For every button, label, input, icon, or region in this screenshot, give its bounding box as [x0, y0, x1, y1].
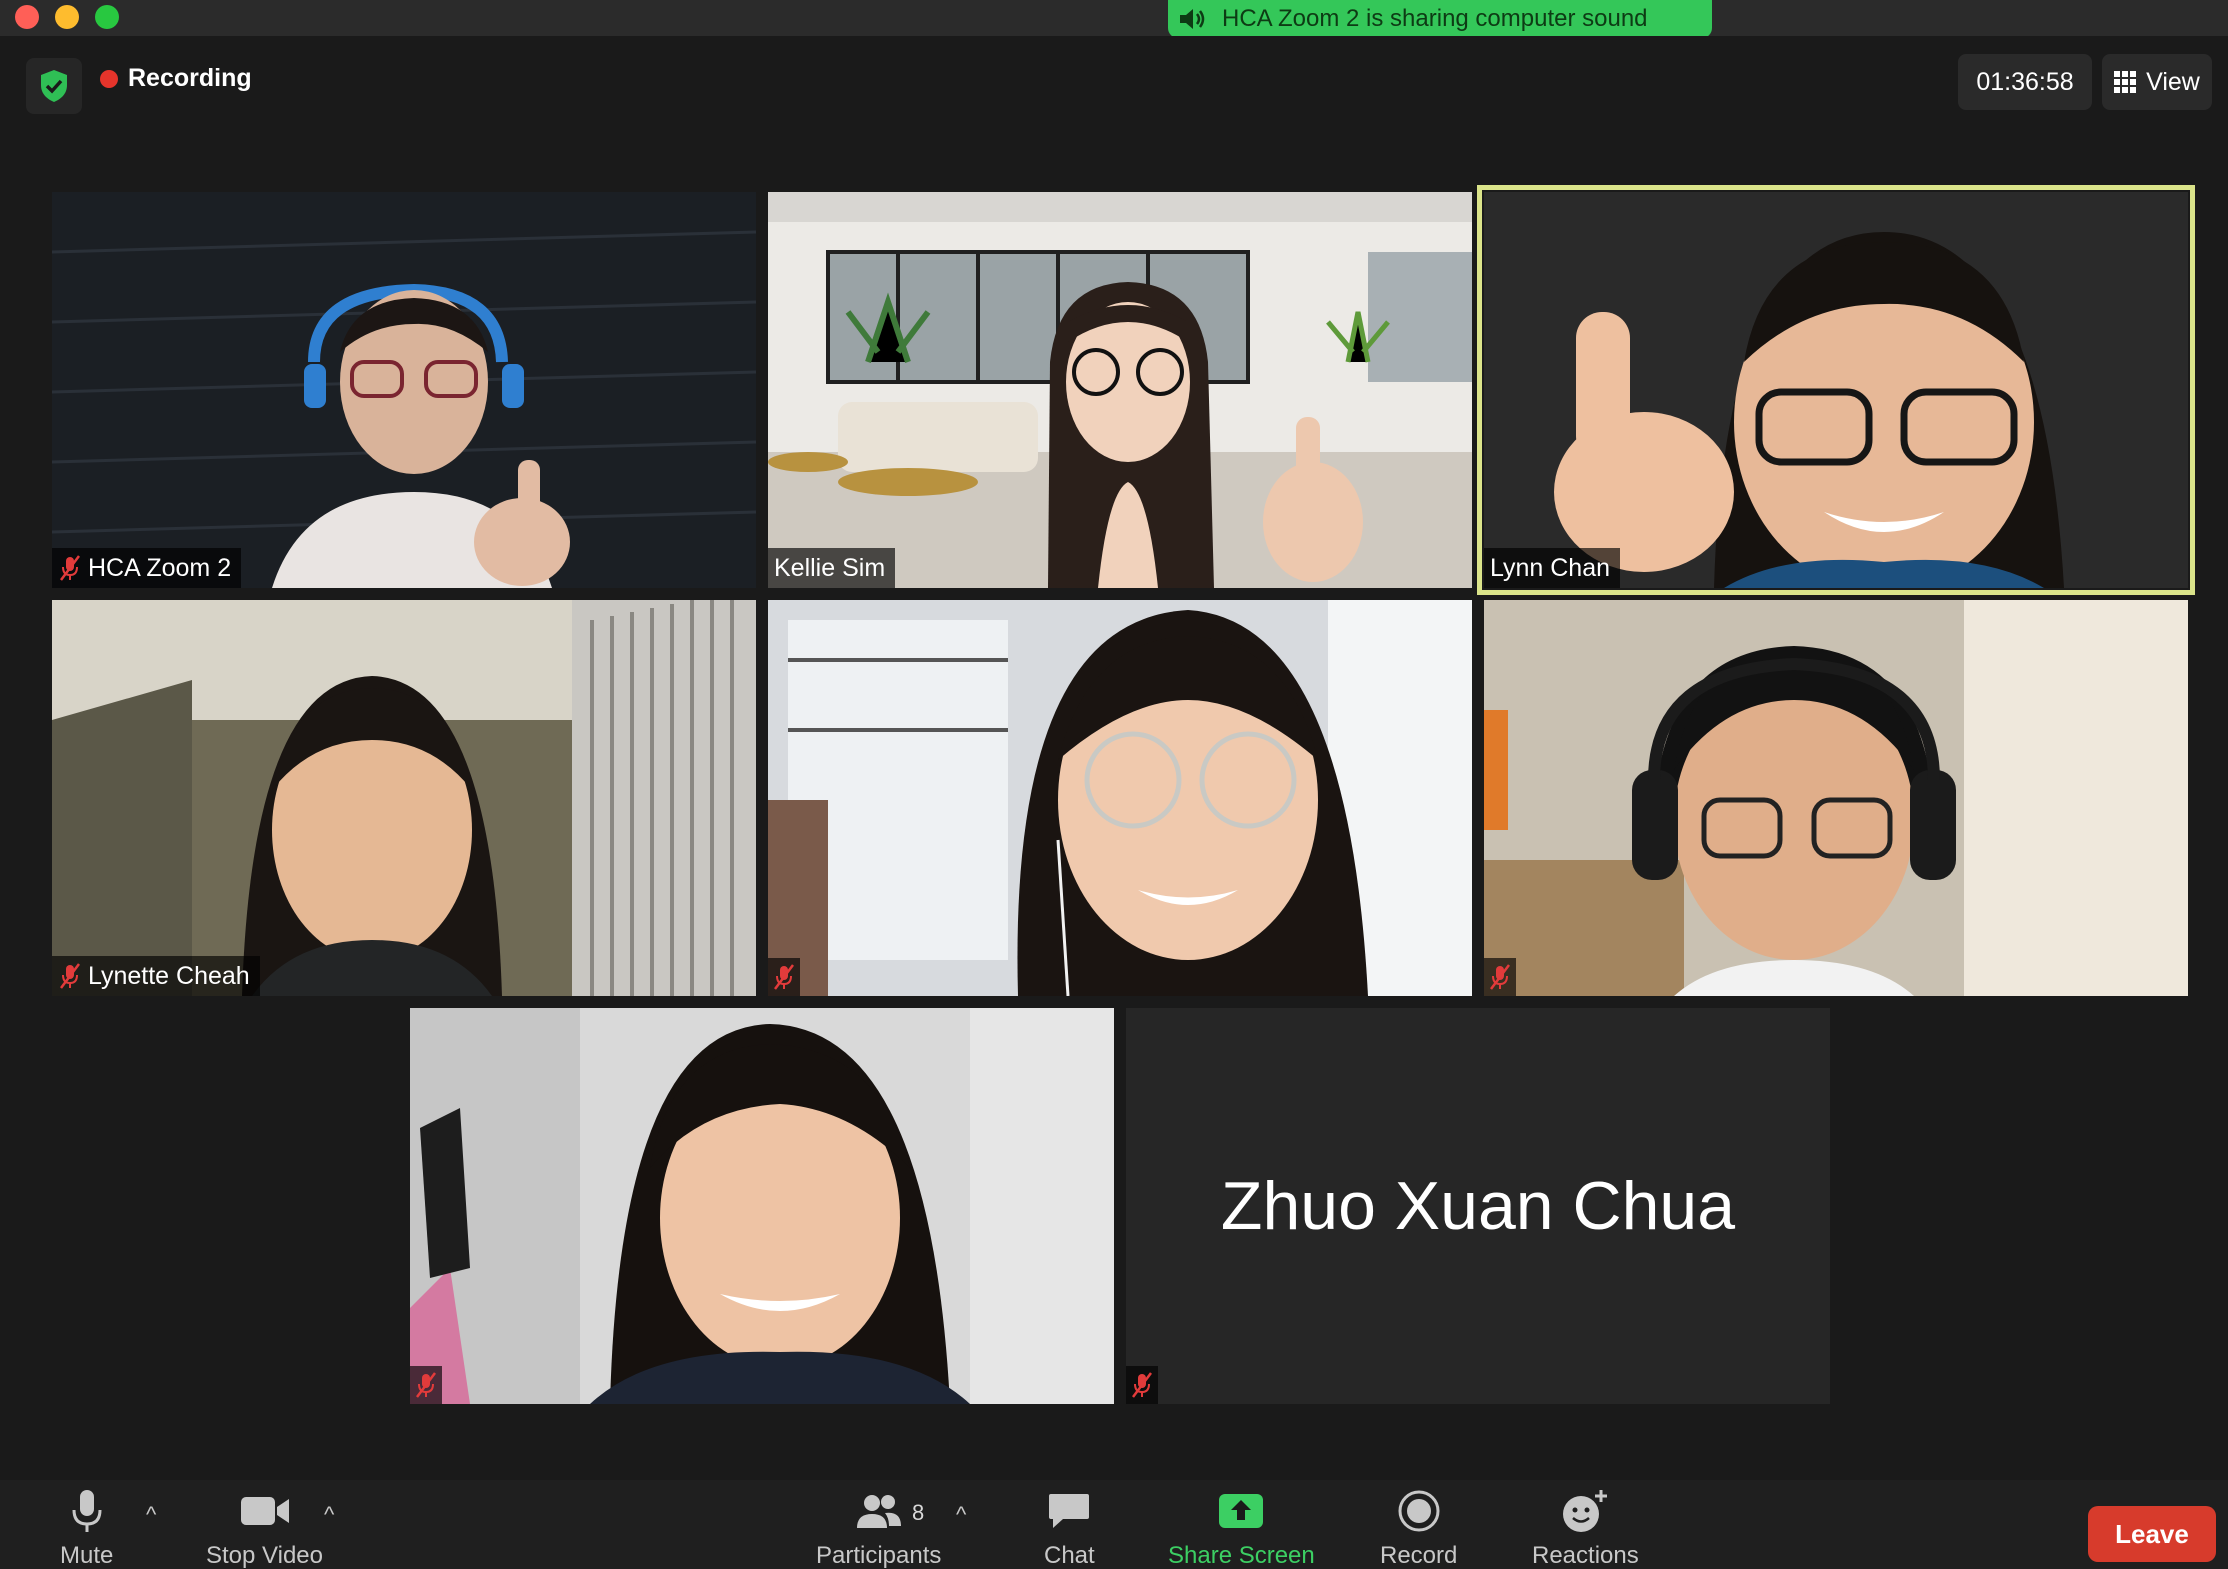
muted-mic-icon	[60, 963, 80, 989]
share-screen-arrow-icon	[1219, 1494, 1264, 1528]
participant-video	[52, 192, 756, 588]
participants-label: Participants	[816, 1542, 942, 1569]
speaker-icon	[1180, 9, 1205, 29]
close-window-button[interactable]	[15, 5, 39, 29]
participant-video	[410, 1008, 1114, 1404]
video-options-chevron-icon[interactable]: ^	[324, 1502, 334, 1528]
participants-options-chevron-icon[interactable]: ^	[956, 1502, 966, 1528]
video-tile[interactable]	[768, 600, 1472, 996]
mute-label: Mute	[60, 1542, 114, 1569]
video-tile[interactable]: HCA Zoom 2	[52, 192, 756, 588]
video-off-tile[interactable]: Zhuo Xuan Chua	[1126, 1008, 1830, 1404]
minimize-window-button[interactable]	[55, 5, 79, 29]
microphone-icon	[72, 1490, 102, 1532]
chat-button[interactable]: Chat	[1044, 1486, 1095, 1569]
reactions-label: Reactions	[1532, 1542, 1639, 1569]
record-label: Record	[1380, 1542, 1458, 1569]
recording-label: Recording	[128, 64, 252, 92]
sharing-sound-banner[interactable]: HCA Zoom 2 is sharing computer sound	[1168, 0, 1712, 38]
participant-name-tag: Lynn Chan	[1484, 548, 1620, 588]
view-button[interactable]: View	[2102, 54, 2212, 110]
participant-display-name: Zhuo Xuan Chua	[1220, 1168, 1736, 1244]
participant-name: Kellie Sim	[774, 553, 886, 582]
audio-options-chevron-icon[interactable]: ^	[146, 1502, 156, 1528]
window-titlebar	[0, 0, 2228, 36]
video-camera-icon	[240, 1497, 289, 1525]
participant-mute-tag	[410, 1366, 442, 1404]
meeting-timer: 01:36:58	[1958, 54, 2092, 110]
stop-video-label: Stop Video	[206, 1542, 323, 1569]
participant-mute-tag	[1484, 958, 1516, 996]
participants-count: 8	[912, 1500, 925, 1525]
grid-view-icon	[2114, 71, 2137, 93]
video-tile[interactable]: Kellie Sim	[768, 192, 1472, 588]
muted-mic-icon	[1132, 1372, 1152, 1398]
view-label: View	[2146, 67, 2200, 96]
participant-video	[1484, 600, 2188, 996]
participant-name: HCA Zoom 2	[88, 553, 232, 582]
chat-label: Chat	[1044, 1542, 1095, 1569]
participant-video	[52, 600, 756, 996]
mute-button[interactable]: Mute	[60, 1486, 113, 1569]
video-tile[interactable]	[1484, 600, 2188, 996]
record-icon	[1398, 1490, 1440, 1532]
participant-video	[768, 192, 1472, 588]
muted-mic-icon	[1490, 964, 1510, 990]
video-tile[interactable]: Lynette Cheah	[52, 600, 756, 996]
participant-name: Lynn Chan	[1490, 553, 1610, 582]
participant-name-tag: Kellie Sim	[768, 548, 896, 588]
participant-mute-tag	[1126, 1366, 1158, 1404]
participant-video	[768, 600, 1472, 996]
participant-mute-tag	[768, 958, 800, 996]
smiley-add-icon	[1563, 1490, 1608, 1532]
recording-dot-icon	[100, 69, 118, 88]
record-button[interactable]: Record	[1380, 1486, 1457, 1569]
sharing-sound-text: HCA Zoom 2 is sharing computer sound	[1222, 5, 1648, 32]
muted-mic-icon	[416, 1372, 436, 1398]
participants-button[interactable]: Participants	[816, 1486, 941, 1569]
participants-icon	[856, 1495, 901, 1528]
participant-name: Lynette Cheah	[88, 961, 250, 990]
zoom-window-button[interactable]	[95, 5, 119, 29]
muted-mic-icon	[60, 555, 80, 581]
video-tile-active-speaker[interactable]: Lynn Chan	[1477, 185, 2195, 595]
shield-check-icon	[41, 70, 67, 102]
reactions-button[interactable]: Reactions	[1532, 1486, 1639, 1569]
share-screen-button[interactable]: Share Screen	[1168, 1486, 1315, 1569]
security-shield-button[interactable]	[26, 58, 82, 114]
leave-meeting-button[interactable]: Leave	[2088, 1506, 2216, 1562]
participant-name-tag: Lynette Cheah	[52, 956, 260, 996]
participant-video	[1484, 192, 2188, 588]
share-screen-label: Share Screen	[1168, 1542, 1315, 1569]
chat-bubble-icon	[1049, 1494, 1090, 1528]
muted-mic-icon	[774, 964, 794, 990]
recording-indicator[interactable]: Recording	[100, 64, 252, 93]
video-tile[interactable]	[410, 1008, 1114, 1404]
meeting-topbar: Recording 01:36:58 View	[0, 36, 2228, 156]
participant-name-tag: HCA Zoom 2	[52, 548, 242, 588]
meeting-controls-toolbar: Mute ^ Stop Video ^ Participants 8 ^ Cha…	[0, 1480, 2228, 1569]
stop-video-button[interactable]: Stop Video	[206, 1486, 323, 1569]
